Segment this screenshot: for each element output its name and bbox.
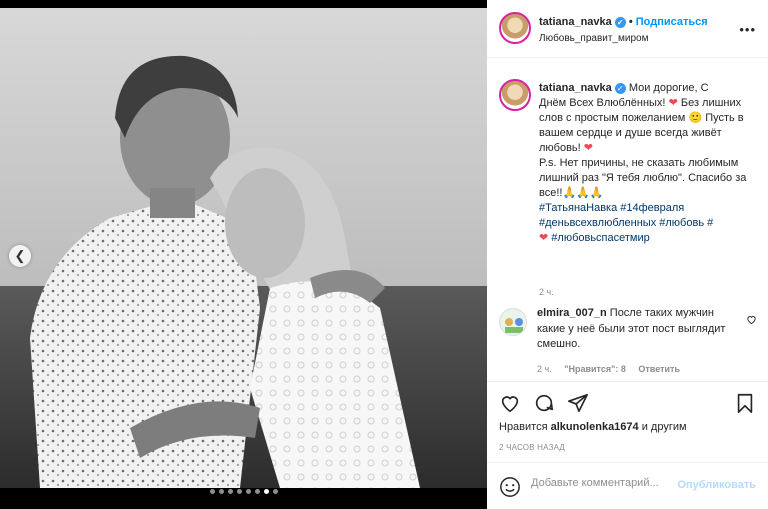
heart-emoji-icon: ❤ [539,232,549,244]
reply-button[interactable]: Ответить [638,364,680,374]
more-icon[interactable]: ••• [739,22,756,37]
comment-heart-icon[interactable] [746,314,757,328]
likes-user[interactable]: alkunolenka1674 [551,421,639,433]
commenter-username[interactable]: elmira_007_n [537,307,607,319]
chevron-left-icon: ❮ [14,248,26,263]
verified-badge-icon: ✓ [614,16,626,28]
commenter-avatar[interactable] [499,308,527,336]
caption-username[interactable]: tatiana_navka [539,82,612,94]
caption-line-1: Мои дорогие, С [628,82,709,94]
post-photo[interactable] [0,8,487,488]
author-line: tatiana_navka ✓ • Подписаться [539,16,708,28]
caption-text: tatiana_navka ✓ Мои дорогие, С Днём Всех … [539,81,757,246]
carousel-dot [236,489,242,494]
carousel-indicator [0,489,487,499]
photo-illustration [0,8,487,488]
emoji-icon[interactable] [499,476,521,498]
comment-text: elmira_007_n После таких мужчин какие у … [537,306,732,353]
carousel-dot [209,489,215,494]
follow-button[interactable]: Подписаться [636,16,708,28]
bookmark-icon[interactable] [734,392,756,414]
heart-icon[interactable] [499,392,521,414]
author-avatar[interactable] [499,12,531,44]
action-bar [487,381,768,421]
post-panel: tatiana_navka ✓ • Подписаться Любовь_прав… [487,0,768,509]
likes-prefix: Нравится [499,421,548,433]
carousel-dot [218,489,224,494]
verified-badge-icon: ✓ [614,82,626,94]
heart-emoji-icon: ❤ [668,97,678,109]
likes-line: Нравится alkunolenka1674 и другим [499,421,687,433]
caption-ps: P.s. Нет причины, не сказать любимым лиш… [539,157,747,199]
author-username[interactable]: tatiana_navka [539,16,612,28]
hashtags-line-2[interactable]: #деньвсехвлюбленных #любовь # [539,217,713,229]
carousel-dot [272,489,278,494]
hashtags-line-1[interactable]: #ТатьянаНавка #14февраля [539,202,684,214]
comment-likes[interactable]: "Нравится": 8 [564,364,626,374]
comment-meta: 2 ч. "Нравится": 8 Ответить [537,364,690,374]
carousel-dot [245,489,251,494]
hashtags-line-3[interactable]: #любовьспасетмир [551,232,649,244]
comment-input[interactable] [531,477,671,489]
commenter-avatar-image [505,318,523,333]
post-header: tatiana_navka ✓ • Подписаться Любовь_прав… [487,0,768,58]
comment-time[interactable]: 2 ч. [537,364,552,374]
likes-suffix[interactable]: и другим [642,421,687,433]
carousel-dot [227,489,233,494]
smile-emoji-icon: 🙂 [688,112,703,124]
caption-time[interactable]: 2 ч. [539,287,554,297]
post-timestamp[interactable]: 2 ЧАСОВ НАЗАД [499,443,565,452]
carousel-dot [254,489,260,494]
carousel-dot [263,489,269,494]
carousel-prev-button[interactable]: ❮ [9,245,31,267]
publish-button[interactable]: Опубликовать [677,479,756,491]
heart-emoji-icon: ❤ [583,142,593,154]
comment-icon[interactable] [533,392,555,414]
share-icon[interactable] [567,392,589,414]
comments-section: tatiana_navka ✓ Мои дорогие, С Днём Всех … [487,59,768,381]
separator: • [628,16,633,28]
caption-avatar[interactable] [499,79,531,111]
heart-outline-icon [747,316,756,325]
add-comment-bar: Опубликовать [487,462,768,509]
post-location[interactable]: Любовь_правит_миром [539,33,648,44]
caption-line-2: Днём Всех Влюблённых! [539,97,666,109]
post-photo-area: ❮ [0,0,487,509]
